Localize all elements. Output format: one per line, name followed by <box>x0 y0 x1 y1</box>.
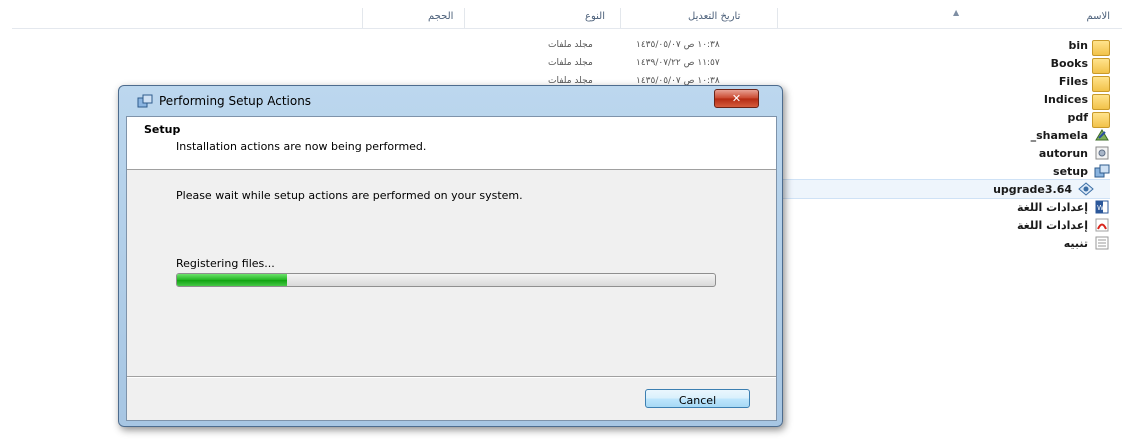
shamela-icon <box>1095 129 1109 141</box>
banner-title: Setup <box>144 123 181 136</box>
column-separator[interactable] <box>777 8 778 28</box>
file-name: Files <box>1058 75 1088 88</box>
settings-file-icon <box>1095 146 1109 160</box>
sort-arrow-icon: ▲ <box>953 8 960 17</box>
banner-subtitle: Installation actions are now being perfo… <box>176 140 427 153</box>
column-separator[interactable] <box>620 8 621 28</box>
column-header-date[interactable]: تاريخ التعديل <box>688 11 740 22</box>
file-name: bin <box>1068 39 1088 52</box>
file-name: إعدادات اللغة <box>1017 219 1088 232</box>
file-row[interactable]: Books ١١:٥٧ ص ١٤٣٩/٠٧/٢٢ مجلد ملفات <box>0 54 1126 74</box>
file-date: ١١:٥٧ ص ١٤٣٩/٠٧/٢٢ <box>636 58 720 68</box>
close-button[interactable]: ✕ <box>714 89 759 108</box>
file-name: setup <box>1053 165 1088 178</box>
file-name: autorun <box>1038 147 1088 160</box>
file-name: pdf <box>1067 111 1088 124</box>
file-row-selected[interactable]: upgrade3.64 <box>783 179 1110 199</box>
file-type: مجلد ملفات <box>548 40 593 50</box>
column-separator[interactable] <box>464 8 465 28</box>
file-date: ١٠:٣٨ ص ١٤٣٥/٠٥/٠٧ <box>636 40 720 50</box>
file-name: Books <box>1050 57 1088 70</box>
svg-text:W: W <box>1097 204 1104 212</box>
close-icon: ✕ <box>731 92 742 105</box>
file-name: إعدادات اللغة <box>1017 201 1088 214</box>
dialog-body: Setup Installation actions are now being… <box>126 116 777 421</box>
column-header-size[interactable]: الحجم <box>428 11 453 22</box>
file-row[interactable]: bin ١٠:٣٨ ص ١٤٣٥/٠٥/٠٧ مجلد ملفات <box>0 36 1126 56</box>
setup-icon <box>137 94 153 108</box>
dialog-title: Performing Setup Actions <box>159 94 312 108</box>
column-separator[interactable] <box>362 8 363 28</box>
pdf-icon <box>1095 218 1109 232</box>
word-doc-icon: W <box>1095 200 1109 214</box>
file-name: upgrade3.64 <box>993 183 1072 196</box>
status-text: Registering files... <box>176 257 275 270</box>
progress-bar-fill <box>177 274 288 286</box>
progress-bar <box>176 273 716 287</box>
dialog-title-bar[interactable]: Performing Setup Actions ✕ <box>119 86 782 116</box>
file-name: Indices <box>1043 93 1088 106</box>
file-name: _shamela <box>1030 129 1088 142</box>
footer-divider <box>127 376 776 378</box>
file-name: تنبيه <box>1063 237 1088 250</box>
text-file-icon <box>1095 236 1109 250</box>
cancel-button[interactable]: Cancel <box>645 389 750 408</box>
column-header-name[interactable]: الاسم <box>1086 11 1110 22</box>
column-header-bar: الاسم ▲ تاريخ التعديل النوع الحجم <box>12 8 1122 29</box>
upgrade-icon <box>1078 182 1094 196</box>
setup-icon <box>1094 164 1110 178</box>
setup-dialog: Performing Setup Actions ✕ Setup Install… <box>118 85 783 427</box>
dialog-banner: Setup Installation actions are now being… <box>127 117 776 170</box>
column-header-type[interactable]: النوع <box>585 11 605 22</box>
wait-message: Please wait while setup actions are perf… <box>176 189 523 202</box>
file-type: مجلد ملفات <box>548 58 593 68</box>
